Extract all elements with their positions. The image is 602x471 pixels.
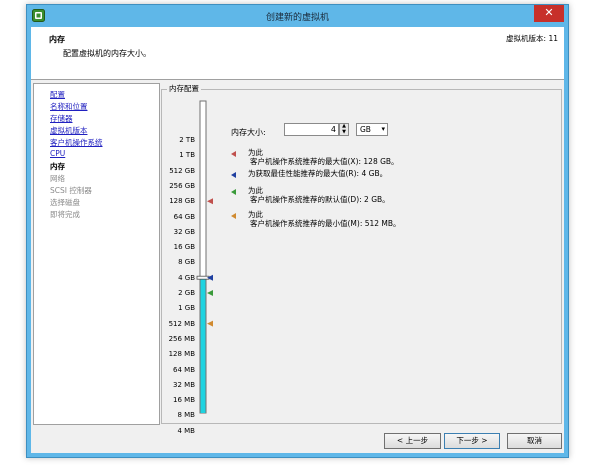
sidebar-item-label[interactable]: 虚拟机版本 <box>50 126 88 135</box>
slider-marker-icon <box>207 290 213 296</box>
sidebar-item-ready: 即将完成 <box>50 209 80 220</box>
vm-version-label: 虚拟机版本: 11 <box>506 34 558 43</box>
stepper-down-icon[interactable]: ▼ <box>341 130 347 135</box>
scale-label: 512 GB <box>169 166 195 175</box>
scale-label: 128 GB <box>169 197 195 206</box>
scale-label: 16 GB <box>173 243 195 252</box>
dialog-body: 内存 配置虚拟机的内存大小。 虚拟机版本: 11 配置 名称和位置 存储器 虚拟… <box>31 27 564 453</box>
scale-label: 64 GB <box>173 212 195 221</box>
min-marker-icon <box>231 213 236 219</box>
scale-label: 32 GB <box>173 227 195 236</box>
title-bar[interactable]: 创建新的虚拟机 ✕ <box>27 5 568 27</box>
legend-text: 客户机操作系统推荐的最小值(M): 512 MB。 <box>250 219 401 228</box>
sidebar-item-storage[interactable]: 存储器 <box>50 113 73 124</box>
window-title: 创建新的虚拟机 <box>265 13 329 23</box>
scale-label: 1 TB <box>179 151 195 160</box>
next-button[interactable]: 下一步 > <box>444 433 500 449</box>
sidebar-item-label: 即将完成 <box>50 210 80 219</box>
legend-text: 客户机操作系统推荐的默认值(D): 2 GB。 <box>250 195 390 204</box>
scale-label: 2 TB <box>179 136 195 144</box>
scale-label: 256 GB <box>169 181 195 190</box>
memory-size-input[interactable]: 4 <box>284 123 339 136</box>
scale-label: 128 MB <box>168 350 195 359</box>
back-button[interactable]: < 上一步 <box>384 433 441 449</box>
sidebar-item-vm-version[interactable]: 虚拟机版本 <box>50 125 88 136</box>
dialog-window: 创建新的虚拟机 ✕ 内存 配置虚拟机的内存大小。 虚拟机版本: 11 配置 名称… <box>26 4 569 458</box>
memory-size-stepper[interactable]: ▲ ▼ <box>339 123 349 136</box>
sidebar-item-label[interactable]: CPU <box>50 149 65 158</box>
sidebar-item-label[interactable]: 名称和位置 <box>50 102 88 111</box>
sidebar-item-label: SCSI 控制器 <box>50 186 92 195</box>
page-subtitle: 配置虚拟机的内存大小。 <box>63 49 151 58</box>
scale-label: 16 MB <box>173 396 195 405</box>
sidebar-item-label[interactable]: 客户机操作系统 <box>50 138 103 147</box>
max-perf-marker-icon <box>231 172 236 178</box>
page-title: 内存 <box>49 35 65 44</box>
scale-label: 8 MB <box>177 411 195 420</box>
scale-label: 512 MB <box>168 319 195 328</box>
memory-unit-select[interactable]: GB ▾ <box>356 123 388 136</box>
slider-marker-icon <box>207 320 213 327</box>
slider-marker-icon <box>207 274 213 281</box>
scale-label: 256 MB <box>168 334 195 343</box>
sidebar-item-select-disk: 选择磁盘 <box>50 197 80 208</box>
sidebar-item-label[interactable]: 配置 <box>50 90 65 99</box>
sidebar-item-config[interactable]: 配置 <box>50 89 65 100</box>
sidebar-item-guest-os[interactable]: 客户机操作系统 <box>50 137 103 148</box>
sidebar-item-cpu[interactable]: CPU <box>50 149 65 158</box>
scale-label: 2 GB <box>178 289 195 297</box>
sidebar-item-label: 网络 <box>50 174 65 183</box>
memory-slider[interactable] <box>196 100 227 421</box>
memory-unit-value: GB <box>360 125 371 134</box>
chevron-down-icon[interactable]: ▾ <box>381 124 385 135</box>
legend-heading: 为获取最佳性能推荐的最大值(R): 4 GB。 <box>248 169 388 178</box>
sidebar-item-label[interactable]: 存储器 <box>50 114 73 123</box>
sidebar-item-network: 网络 <box>50 173 65 184</box>
scale-label: 32 MB <box>173 380 195 389</box>
sidebar-item-label: 内存 <box>50 162 65 171</box>
memory-size-label: 内存大小: <box>231 128 266 137</box>
scale-label: 4 MB <box>177 426 195 435</box>
sidebar-item-name-location[interactable]: 名称和位置 <box>50 101 88 112</box>
max-os-marker-icon <box>231 151 236 157</box>
memory-config-title: 内存配置 <box>167 83 201 94</box>
close-button[interactable]: ✕ <box>534 5 564 22</box>
scale-label: 4 GB <box>178 273 195 282</box>
scale-label: 1 GB <box>178 304 195 313</box>
slider-marker-icon <box>207 198 213 205</box>
default-marker-icon <box>231 189 236 195</box>
cancel-button[interactable]: 取消 <box>507 433 562 449</box>
slider-fill <box>200 277 206 413</box>
sidebar-item-memory: 内存 <box>50 161 65 172</box>
page-header: 内存 配置虚拟机的内存大小。 虚拟机版本: 11 <box>31 27 564 80</box>
legend-text: 客户机操作系统推荐的最大值(X): 128 GB。 <box>250 157 399 166</box>
sidebar-item-scsi: SCSI 控制器 <box>50 185 92 196</box>
scale-label: 64 MB <box>173 365 195 374</box>
wizard-steps-sidebar: 配置 名称和位置 存储器 虚拟机版本 客户机操作系统 CPU 内存 网络 SCS… <box>33 83 160 425</box>
sidebar-item-label: 选择磁盘 <box>50 198 80 207</box>
scale-label: 8 GB <box>178 258 195 267</box>
